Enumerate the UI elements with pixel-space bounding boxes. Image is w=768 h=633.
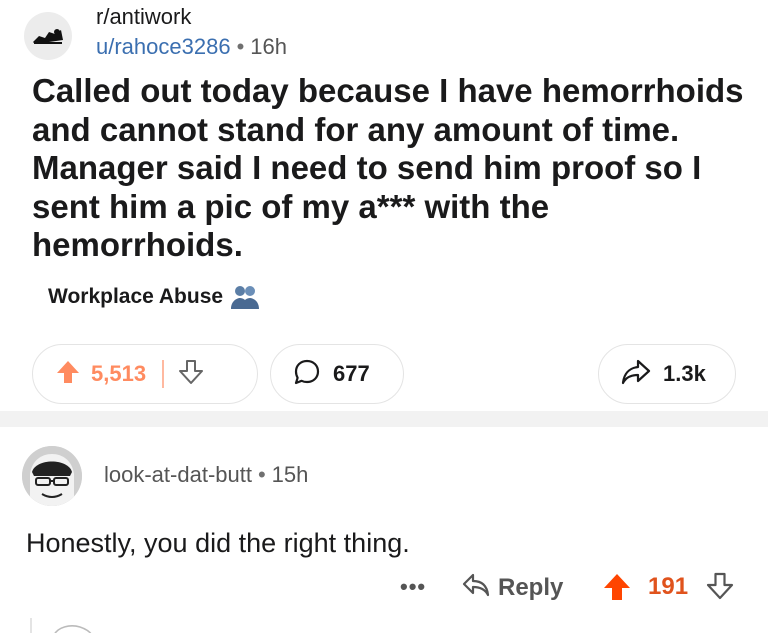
share-button[interactable]: 1.3k xyxy=(598,344,736,404)
meta-separator: • xyxy=(257,462,266,487)
post-author-link[interactable]: u/rahoce3286 xyxy=(96,34,231,59)
comments-button[interactable]: 677 xyxy=(270,344,404,404)
post-vote-count: 5,513 xyxy=(91,361,147,386)
comment-time: 15h xyxy=(271,462,309,487)
antiwork-logo-icon xyxy=(33,29,63,44)
arrow-up-icon[interactable] xyxy=(602,572,632,607)
reply-arrow-icon xyxy=(462,572,490,603)
thread-line xyxy=(30,618,32,633)
reply-button[interactable]: Reply xyxy=(462,572,563,603)
reply-label: Reply xyxy=(498,573,564,601)
flair-label: Workplace Abuse xyxy=(48,285,224,308)
vote-control: 5,513 xyxy=(32,344,258,404)
more-dots-icon[interactable]: ••• xyxy=(400,574,426,600)
share-arrow-icon xyxy=(621,358,651,391)
meta-separator: • xyxy=(236,34,245,59)
arrow-down-icon[interactable] xyxy=(706,572,734,605)
subreddit-avatar[interactable] xyxy=(24,12,72,60)
post-title[interactable]: Called out today because I have hemorrho… xyxy=(32,72,744,265)
post-meta: u/rahoce3286 • 16h xyxy=(96,34,287,60)
comment-count: 677 xyxy=(333,361,370,386)
speech-bubble-icon xyxy=(293,358,321,391)
people-icon xyxy=(229,283,261,311)
arrow-up-icon[interactable] xyxy=(55,359,81,390)
post-header: r/antiwork u/rahoce3286 • 16h xyxy=(22,0,742,62)
section-divider xyxy=(0,411,768,427)
comment-author-link[interactable]: look-at-dat-butt xyxy=(104,462,252,487)
vote-divider xyxy=(162,360,165,388)
comment-score: 191 xyxy=(648,573,689,600)
next-comment-avatar xyxy=(50,622,100,633)
post-flair[interactable]: Workplace Abuse xyxy=(48,282,261,312)
post-time: 16h xyxy=(250,34,287,59)
arrow-down-icon[interactable] xyxy=(178,359,204,390)
comment-meta: look-at-dat-butt • 15h xyxy=(104,462,308,488)
share-count: 1.3k xyxy=(663,361,706,386)
avatar[interactable] xyxy=(22,446,82,506)
comment-actions: ••• Reply 191 xyxy=(380,568,748,608)
subreddit-name[interactable]: r/antiwork xyxy=(96,4,191,30)
comment-body: Honestly, you did the right thing. xyxy=(26,528,410,558)
